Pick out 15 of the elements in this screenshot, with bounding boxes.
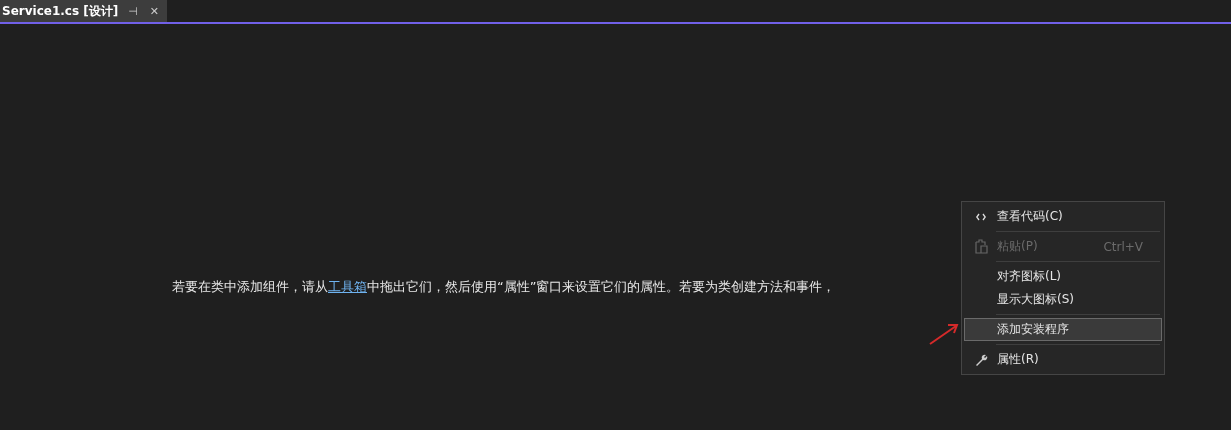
menu-item[interactable]: 属性(R) <box>964 348 1162 371</box>
menu-item[interactable]: 添加安装程序 <box>964 318 1162 341</box>
designer-hint: 若要在类中添加组件，请从工具箱中拖出它们，然后使用“属性”窗口来设置它们的属性。若要为类创建方法和事件， <box>172 278 836 296</box>
document-tab[interactable]: Service1.cs [设计] ⊣ ✕ <box>0 0 167 22</box>
menu-item[interactable]: 显示大图标(S) <box>964 288 1162 311</box>
menu-item[interactable]: 查看代码(C) <box>964 205 1162 228</box>
clipboard-icon <box>974 239 988 254</box>
toolbox-link[interactable]: 工具箱 <box>328 279 367 294</box>
menu-item[interactable]: 对齐图标(L) <box>964 265 1162 288</box>
tab-title: Service1.cs [设计] <box>2 2 119 20</box>
arrow-icon <box>928 322 960 346</box>
pin-button[interactable]: ⊣ <box>126 4 140 18</box>
wrench-icon <box>974 353 988 366</box>
code-icon <box>976 212 986 221</box>
close-button[interactable]: ✕ <box>147 4 161 18</box>
